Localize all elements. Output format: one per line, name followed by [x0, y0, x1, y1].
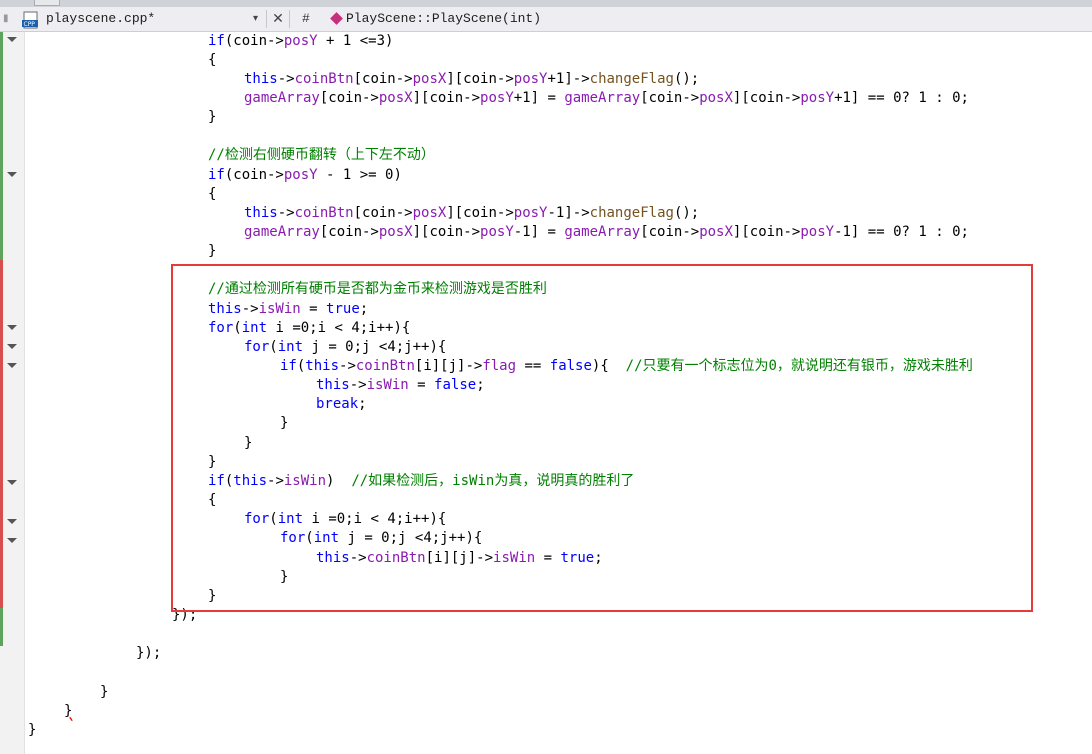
code-line: }); — [136, 645, 162, 661]
code-line: gameArray[coin->posX][coin->posY+1] = ga… — [244, 90, 969, 106]
code-line: if(coin->posY - 1 >= 0) — [208, 167, 402, 183]
code-line: this->coinBtn[coin->posX][coin->posY+1]-… — [244, 71, 700, 87]
top-tab-stub — [34, 0, 60, 6]
code-editor[interactable]: if(coin->posY + 1 <=3) { this->coinBtn[c… — [0, 32, 1092, 754]
code-line: } — [208, 109, 217, 125]
close-icon[interactable]: ✕ — [270, 9, 286, 27]
code-comment: //检测右侧硬币翻转（上下左不动） — [208, 147, 435, 163]
code-line: this->coinBtn[coin->posX][coin->posY-1]-… — [244, 205, 700, 221]
code-line: { — [208, 52, 217, 68]
scope-dropdown[interactable]: # — [302, 10, 310, 28]
code-line: } — [28, 722, 37, 738]
code-line-error: } — [64, 703, 73, 719]
file-tab-name[interactable]: playscene.cpp* — [46, 10, 155, 28]
highlight-annotation-box — [171, 264, 1033, 612]
nav-divider — [289, 10, 290, 28]
pin-icon[interactable]: ▮ — [3, 13, 13, 25]
cpp-file-icon: CPP — [22, 11, 38, 29]
code-line: } — [100, 684, 109, 700]
editor-navigation-bar: ▮ CPP playscene.cpp* ▾ ✕ # PlayScene::Pl… — [0, 7, 1092, 32]
code-line: gameArray[coin->posX][coin->posY-1] = ga… — [244, 224, 969, 240]
member-dropdown[interactable]: PlayScene::PlayScene(int) — [346, 10, 541, 28]
code-line: { — [208, 186, 217, 202]
code-line: } — [208, 243, 217, 259]
window-top-strip — [0, 0, 1092, 7]
code-line: if(coin->posY + 1 <=3) — [208, 33, 394, 49]
file-dropdown-icon[interactable]: ▾ — [253, 10, 258, 28]
nav-divider — [266, 10, 267, 28]
svg-text:CPP: CPP — [24, 21, 36, 28]
method-icon — [330, 12, 343, 25]
